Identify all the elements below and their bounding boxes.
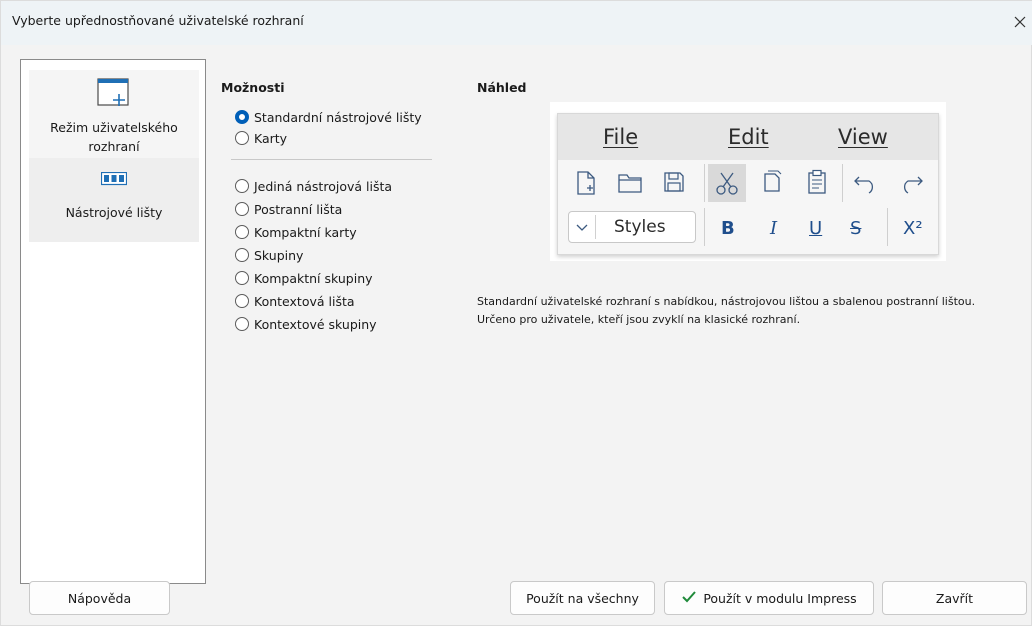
sidebar-item-ui-mode[interactable]: Režim uživatelského rozhraní [29,70,199,158]
checkmark-icon [681,590,697,607]
ui-mode-icon [95,76,133,113]
help-button[interactable]: Nápověda [29,581,170,615]
radio-contextual-groups[interactable]: Kontextové skupiny [235,314,377,334]
italic-icon: I [770,218,778,239]
preview-separator [842,164,843,202]
radio-button[interactable] [235,294,249,308]
radio-button[interactable] [235,271,249,285]
options-separator [231,159,432,160]
radio-label: Karty [254,130,288,146]
styles-text: Styles [614,217,666,237]
radio-groups[interactable]: Skupiny [235,245,303,265]
apply-in-impress-label: Použít v modulu Impress [703,590,857,606]
radio-label: Jediná nástrojová lišta [254,178,393,194]
window-title: Vyberte upřednostňované uživatelské rozh… [12,13,304,28]
new-document-icon [574,170,598,199]
save-icon [662,170,686,197]
preview-menu-view: View [838,125,888,149]
ui-selection-dialog: Vyberte upřednostňované uživatelské rozh… [0,0,1032,626]
radio-label: Kontextová lišta [254,293,355,309]
radio-single-toolbar[interactable]: Jediná nástrojová lišta [235,176,392,196]
radio-label: Kompaktní skupiny [254,270,373,286]
radio-button[interactable] [235,248,249,262]
open-folder-icon [617,172,643,197]
preview-image: File Edit View Styles B I U S X² [557,113,939,255]
chevron-down-icon [573,218,591,239]
cut-scissors-icon [708,164,746,202]
sidebar-item-label: Režim uživatelského rozhraní [50,120,178,154]
sidebar: Režim uživatelského rozhraní Nástrojové … [20,59,206,584]
undo-icon [853,172,879,197]
radio-button[interactable] [235,225,249,239]
apply-to-all-button[interactable]: Použít na všechny [510,581,655,615]
redo-icon [898,172,924,197]
radio-label: Postranní lišta [254,201,343,217]
underline-icon: U [809,218,823,239]
radio-button[interactable] [235,110,249,124]
apply-in-impress-button[interactable]: Použít v modulu Impress [664,581,874,615]
preview-separator [704,164,705,202]
radio-label: Standardní nástrojové lišty [254,109,422,125]
toolbars-icon [100,171,128,189]
radio-sidebar[interactable]: Postranní lišta [235,199,342,219]
preview-menubar: File Edit View [558,114,938,160]
preview-separator [704,208,705,246]
preview-styles-box: Styles [568,211,696,243]
close-button[interactable]: Zavřít [882,581,1027,615]
radio-label: Kontextové skupiny [254,316,377,332]
preview-separator [887,208,888,246]
strikethrough-icon: S [850,218,862,239]
radio-button[interactable] [235,202,249,216]
sidebar-item-label: Nástrojové lišty [65,205,163,220]
radio-button[interactable] [235,317,249,331]
radio-button[interactable] [235,179,249,193]
mode-description: Standardní uživatelské rozhraní s nabídk… [477,295,976,326]
radio-contextual-bar[interactable]: Kontextová lišta [235,291,355,311]
copy-icon [761,170,783,197]
radio-label: Skupiny [254,247,304,263]
preview-menu-edit: Edit [728,125,769,149]
superscript-icon: X² [903,218,923,239]
radio-label: Kompaktní karty [254,224,357,240]
sidebar-item-toolbars[interactable]: Nástrojové lišty [29,158,199,242]
close-icon[interactable] [1007,9,1032,35]
radio-button[interactable] [235,131,249,145]
preview-menu-file: File [603,125,639,149]
options-heading: Možnosti [221,80,285,95]
radio-compact-tabs[interactable]: Kompaktní karty [235,222,357,242]
title-bar: Vyberte upřednostňované uživatelské rozh… [1,1,1032,45]
radio-standard-toolbars[interactable]: Standardní nástrojové lišty [235,107,422,127]
bold-icon: B [721,218,735,239]
styles-divider [595,215,596,239]
preview-heading: Náhled [477,80,527,95]
radio-tabs[interactable]: Karty [235,128,287,148]
paste-clipboard-icon [807,169,827,198]
radio-compact-groups[interactable]: Kompaktní skupiny [235,268,373,288]
